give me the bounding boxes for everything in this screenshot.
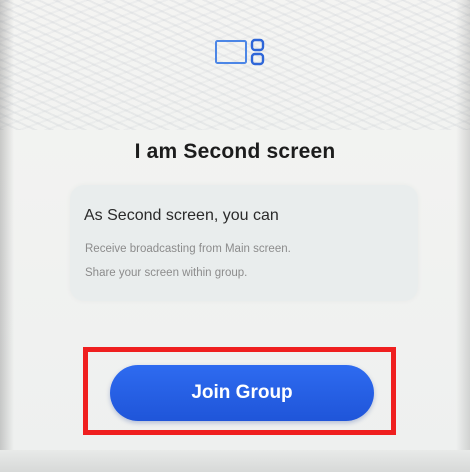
left-edge-shadow xyxy=(0,0,14,472)
right-edge-shadow xyxy=(456,0,470,472)
info-line-receive: Receive broadcasting from Main screen. xyxy=(85,243,291,255)
bottom-edge xyxy=(0,450,470,472)
info-line-share: Share your screen within group. xyxy=(85,267,248,279)
join-group-button[interactable]: Join Group xyxy=(110,365,374,421)
info-heading: As Second screen, you can xyxy=(84,207,279,224)
page-title: I am Second screen xyxy=(134,140,336,163)
info-card: As Second screen, you can Receive broadc… xyxy=(70,185,418,301)
second-screen-icon xyxy=(214,38,270,68)
